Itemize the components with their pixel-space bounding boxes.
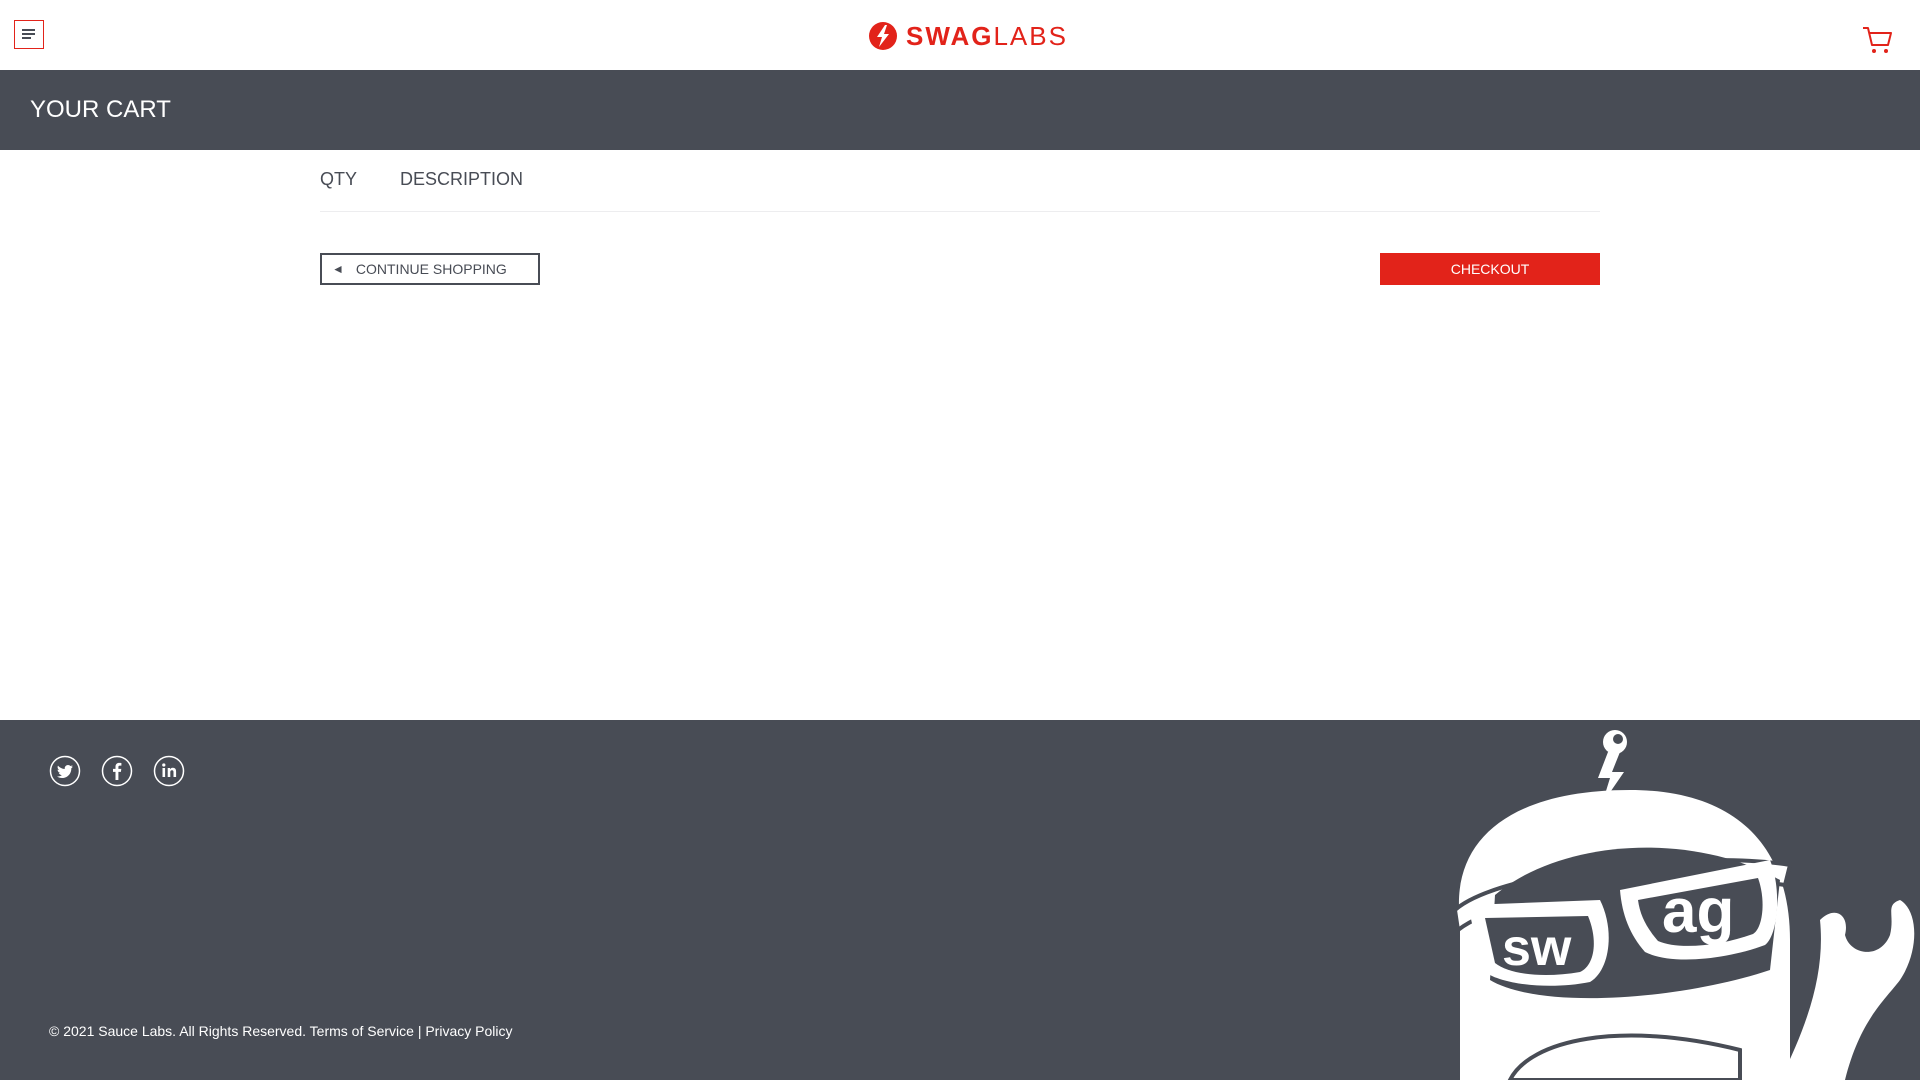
twitter-icon[interactable]	[49, 755, 81, 787]
hamburger-icon-line	[22, 33, 35, 35]
privacy-policy-link[interactable]: Privacy Policy	[425, 1023, 512, 1039]
terms-of-service-link[interactable]: Terms of Service	[310, 1023, 414, 1039]
hamburger-icon	[22, 29, 35, 31]
app-header: SWAGLABS	[0, 0, 1920, 70]
hamburger-icon-line	[22, 37, 31, 39]
logo-text: SWAGLABS	[906, 21, 1068, 51]
svg-text:sw: sw	[1502, 919, 1572, 977]
copyright-text: © 2021 Sauce Labs. All Rights Reserved.	[49, 1023, 307, 1039]
description-column-label: DESCRIPTION	[400, 169, 524, 189]
shopping-cart-icon[interactable]	[1862, 24, 1894, 56]
checkout-button[interactable]: CHECKOUT	[1380, 253, 1600, 285]
checkout-label: CHECKOUT	[1450, 261, 1530, 277]
facebook-icon[interactable]	[101, 755, 133, 787]
lightning-bolt-logo-icon	[869, 22, 897, 50]
footer: © 2021 Sauce Labs. All Rights Reserved. …	[0, 720, 1920, 1080]
continue-shopping-label: CONTINUE SHOPPING	[355, 261, 507, 277]
footer-separator: |	[417, 1023, 422, 1039]
swag-robot-mascot-image: sw ag	[1452, 730, 1915, 1080]
cart-list: QTY DESCRIPTION	[320, 150, 1600, 212]
cart-list-header: QTY DESCRIPTION	[320, 150, 1600, 212]
swag-labs-logo: SWAGLABS	[868, 20, 1068, 52]
title-bar: YOUR CART	[0, 70, 1920, 150]
continue-shopping-button[interactable]: ◄ CONTINUE SHOPPING	[320, 253, 540, 285]
linkedin-icon[interactable]	[153, 755, 185, 787]
svg-text:ag: ag	[1662, 877, 1734, 946]
arrow-left-icon: ◄	[332, 262, 344, 276]
menu-button[interactable]	[14, 20, 44, 49]
footer-copyright: © 2021 Sauce Labs. All Rights Reserved. …	[49, 1023, 512, 1039]
qty-column-label: QTY	[320, 169, 358, 189]
page-title: YOUR CART	[30, 96, 171, 123]
